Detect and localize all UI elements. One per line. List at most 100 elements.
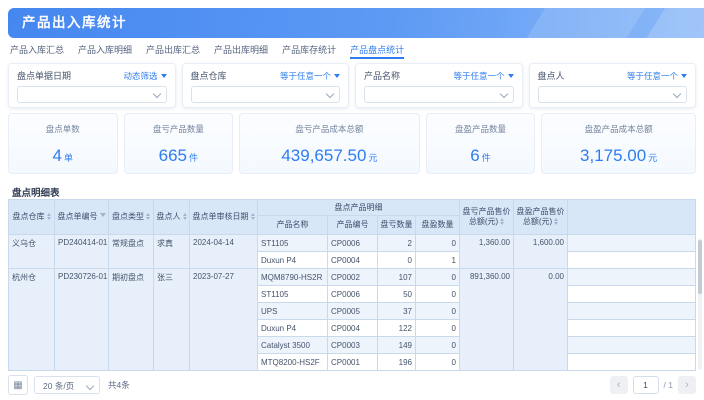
cell-person: 求真	[154, 235, 190, 269]
filter-icon	[100, 213, 106, 220]
cell-gain-qty: 0	[416, 337, 460, 354]
summary-card-value: 6件	[427, 146, 535, 166]
cell-gain-qty: 1	[416, 252, 460, 269]
col-header-filler[interactable]	[568, 200, 696, 235]
cell-type: 常规盘点	[109, 235, 154, 269]
summary-card-label: 盘亏产品数量	[125, 123, 233, 135]
filter-operator-link[interactable]: 等于任意一个	[280, 70, 340, 82]
total-count-label: 共4条	[108, 379, 130, 391]
col-header-audit_date[interactable]: 盘点单审核日期	[190, 200, 258, 235]
prev-page-button[interactable]: ‹	[610, 376, 628, 394]
summary-card-2: 盘亏产品数量 665件	[124, 113, 234, 174]
summary-card-value: 439,657.50元	[240, 146, 419, 166]
col-header-loss_qty[interactable]: 盘亏数量	[378, 216, 416, 235]
summary-card-label: 盘盈产品数量	[427, 123, 535, 135]
cell-product-code: CP0005	[328, 303, 378, 320]
filter-select-3[interactable]	[364, 86, 514, 103]
filter-card-4: 盘点人等于任意一个	[529, 63, 697, 108]
cell-product-code: CP0006	[328, 286, 378, 303]
cell-loss-qty: 149	[378, 337, 416, 354]
cell-gain-qty: 0	[416, 354, 460, 371]
scrollbar-thumb[interactable]	[698, 240, 702, 294]
cell-product-name: Duxun P4	[258, 320, 328, 337]
filter-select-4[interactable]	[538, 86, 688, 103]
summary-card-value: 665件	[125, 146, 233, 166]
tab-6[interactable]: 产品盘点统计	[350, 43, 404, 59]
cell-filler	[568, 286, 696, 303]
filter-operator-link[interactable]: 等于任意一个	[453, 70, 513, 82]
cell-gain-amount: 0.00	[514, 269, 568, 371]
col-header-loss_amount[interactable]: 盘亏产品售价总额(元)	[460, 200, 514, 235]
chevron-down-icon	[152, 90, 160, 98]
cell-loss-qty: 37	[378, 303, 416, 320]
filter-select-1[interactable]	[17, 86, 167, 103]
cell-filler	[568, 269, 696, 286]
chevron-down-icon	[86, 382, 94, 390]
table-view-icon[interactable]: ▦	[8, 375, 28, 395]
summary-card-label: 盘亏产品成本总额	[240, 123, 419, 135]
cell-gain-qty: 0	[416, 286, 460, 303]
cell-loss-qty: 2	[378, 235, 416, 252]
page-size-select[interactable]: 20 条/页	[34, 376, 100, 394]
filter-label: 盘点仓库	[191, 69, 227, 82]
col-header-product_name[interactable]: 产品名称	[258, 216, 328, 235]
sort-icon	[183, 213, 187, 221]
col-header-doc_no[interactable]: 盘点单编号	[55, 200, 109, 235]
tab-2[interactable]: 产品入库明细	[78, 43, 132, 59]
sort-icon	[146, 213, 150, 221]
cell-gain-qty: 0	[416, 269, 460, 286]
cell-product-name: MTQ8200-HS2F	[258, 354, 328, 371]
cell-filler	[568, 320, 696, 337]
filter-operator-link[interactable]: 动态筛选	[123, 70, 166, 82]
filter-card-2: 盘点仓库 等于任意一个	[182, 63, 350, 108]
col-header-gain_amount[interactable]: 盘盈产品售价总额(元)	[514, 200, 568, 235]
summary-card-unit: 件	[189, 153, 198, 163]
col-header-person[interactable]: 盘点人	[154, 200, 190, 235]
page-banner: 产品出入库统计	[8, 8, 704, 38]
summary-card-unit: 单	[64, 153, 73, 163]
cell-loss-qty: 50	[378, 286, 416, 303]
caret-down-icon	[161, 74, 167, 81]
col-header-product_group[interactable]: 盘点产品明细	[258, 200, 460, 216]
tab-3[interactable]: 产品出库汇总	[146, 43, 200, 59]
chevron-down-icon	[499, 90, 507, 98]
pagination-bar: ▦ 20 条/页 共4条 ‹ 1 / 1 ›	[8, 375, 696, 395]
page-count-label: / 1	[664, 380, 673, 390]
summary-card-value: 4单	[9, 146, 117, 166]
cell-filler	[568, 303, 696, 320]
sort-icon	[47, 213, 51, 221]
summary-card-unit: 元	[368, 153, 377, 163]
cell-doc_no: PD240414-01	[55, 235, 109, 269]
filter-label: 产品名称	[364, 69, 400, 82]
col-header-type[interactable]: 盘点类型	[109, 200, 154, 235]
table-header-row: 盘点仓库盘点单编号盘点类型盘点人盘点单审核日期盘点产品明细盘亏产品售价总额(元)…	[9, 200, 696, 216]
sort-icon	[554, 218, 558, 226]
cell-gain-qty: 0	[416, 303, 460, 320]
filter-select-2[interactable]	[191, 86, 341, 103]
cell-audit_date: 2024-04-14	[190, 235, 258, 269]
summary-card-value: 3,175.00元	[542, 146, 695, 166]
table-row: 杭州仓PD230726-01期初盘点张三2023-07-27MQM8790-HS…	[9, 269, 696, 286]
caret-down-icon	[334, 74, 340, 81]
cell-warehouse: 杭州仓	[9, 269, 55, 371]
summary-card-unit: 件	[482, 153, 491, 163]
cell-filler	[568, 252, 696, 269]
tab-1[interactable]: 产品入库汇总	[10, 43, 64, 59]
tab-4[interactable]: 产品出库明细	[214, 43, 268, 59]
filter-operator-link[interactable]: 等于任意一个	[627, 70, 687, 82]
cell-product-code: CP0006	[328, 235, 378, 252]
summary-card-1: 盘点单数4单	[8, 113, 118, 174]
cell-filler	[568, 354, 696, 371]
col-header-warehouse[interactable]: 盘点仓库	[9, 200, 55, 235]
tab-5[interactable]: 产品库存统计	[282, 43, 336, 59]
cell-product-name: Catalyst 3500	[258, 337, 328, 354]
col-header-gain_qty[interactable]: 盘盈数量	[416, 216, 460, 235]
cell-audit_date: 2023-07-27	[190, 269, 258, 371]
cell-product-name: MQM8790-HS2R	[258, 269, 328, 286]
table-scrollbar[interactable]	[698, 238, 702, 370]
next-page-button[interactable]: ›	[678, 376, 696, 394]
summary-card-5: 盘盈产品成本总额3,175.00元	[541, 113, 696, 174]
cell-loss-qty: 122	[378, 320, 416, 337]
col-header-product_code[interactable]: 产品编号	[328, 216, 378, 235]
current-page-input[interactable]: 1	[633, 376, 659, 394]
